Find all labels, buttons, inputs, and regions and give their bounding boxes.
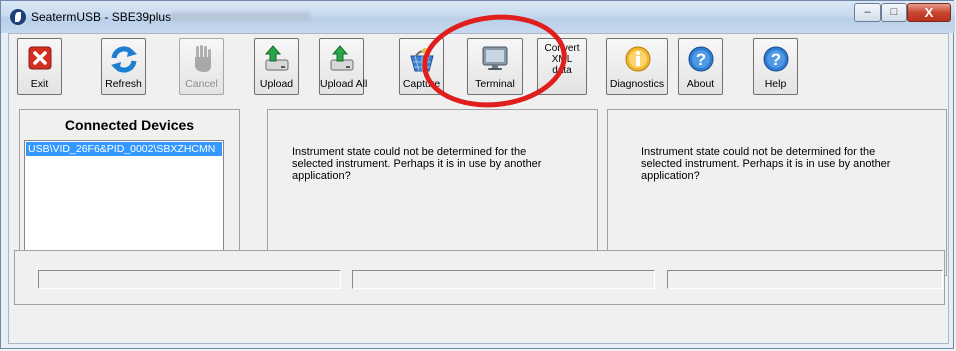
status-segment-1 bbox=[38, 270, 341, 289]
window-title: SeatermUSB - SBE39plus bbox=[31, 10, 172, 24]
svg-text:?: ? bbox=[696, 50, 706, 69]
status-segment-3 bbox=[667, 270, 943, 289]
device-list-item[interactable]: USB\VID_26F6&PID_0002\SBXZHCMN bbox=[26, 142, 222, 156]
seaterm-app-icon[interactable] bbox=[10, 9, 26, 25]
devices-listbox[interactable]: USB\VID_26F6&PID_0002\SBXZHCMN bbox=[24, 140, 224, 264]
svg-text:?: ? bbox=[771, 50, 781, 69]
about-label: About bbox=[686, 78, 715, 90]
close-button[interactable]: X bbox=[907, 3, 951, 22]
blurred-title-area bbox=[171, 12, 311, 21]
exit-button[interactable]: Exit bbox=[17, 38, 62, 95]
exit-icon bbox=[28, 46, 52, 70]
help-button[interactable]: ? Help bbox=[753, 38, 798, 95]
help-label: Help bbox=[764, 78, 787, 90]
status-bar bbox=[14, 250, 945, 305]
refresh-label: Refresh bbox=[105, 78, 142, 90]
stop-hand-icon bbox=[195, 45, 211, 72]
exit-label: Exit bbox=[30, 78, 49, 90]
upload-button[interactable]: Upload bbox=[254, 38, 299, 95]
upload-icon bbox=[264, 45, 289, 71]
connected-devices-title: Connected Devices bbox=[64, 117, 195, 133]
instrument-state-message-right: Instrument state could not be determined… bbox=[641, 146, 891, 182]
question-icon: ? bbox=[688, 46, 714, 72]
help-icon: ? bbox=[763, 46, 789, 72]
refresh-icon bbox=[111, 46, 137, 73]
upload-all-button[interactable]: Upload All bbox=[319, 38, 368, 95]
upload-all-label: Upload All bbox=[320, 78, 368, 90]
about-button[interactable]: ? About bbox=[678, 38, 723, 95]
diagnostics-label: Diagnostics bbox=[609, 78, 665, 90]
cancel-button[interactable]: Cancel bbox=[179, 38, 224, 95]
info-icon bbox=[625, 46, 651, 72]
upload-all-icon bbox=[330, 45, 354, 71]
upload-label: Upload bbox=[259, 78, 294, 90]
app-window: SeatermUSB - SBE39plus – □ X Exit Refres… bbox=[0, 0, 955, 349]
refresh-button[interactable]: Refresh bbox=[101, 38, 146, 95]
diagnostics-button[interactable]: Diagnostics bbox=[606, 38, 668, 95]
cancel-label: Cancel bbox=[185, 78, 218, 90]
instrument-state-message-left: Instrument state could not be determined… bbox=[292, 146, 542, 182]
maximize-button[interactable]: □ bbox=[881, 3, 907, 22]
minimize-button[interactable]: – bbox=[854, 3, 881, 22]
status-segment-2 bbox=[352, 270, 655, 289]
